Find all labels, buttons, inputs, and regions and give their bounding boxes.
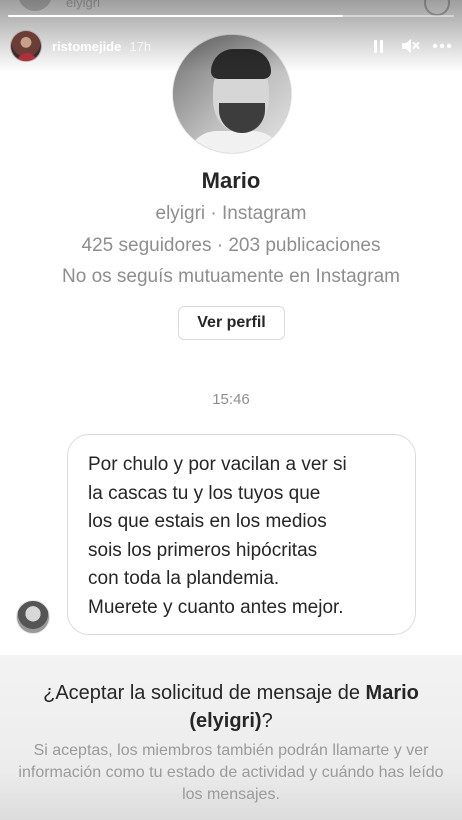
mute-icon[interactable] xyxy=(400,36,420,56)
message-request-panel: ¿Aceptar la solicitud de mensaje de Mari… xyxy=(0,655,462,820)
view-profile-button[interactable]: Ver perfil xyxy=(178,306,285,340)
profile-handle: elyigri · Instagram xyxy=(155,203,307,224)
request-title-suffix: ? xyxy=(261,710,273,732)
story-avatar[interactable] xyxy=(10,30,42,62)
more-icon[interactable] xyxy=(432,36,452,56)
message-line: con toda la plandemia. xyxy=(88,568,280,590)
story-time: 17h xyxy=(129,38,152,54)
request-note: Si aceptas, los miembros también podrán … xyxy=(18,742,444,803)
profile-name: Mario xyxy=(201,168,261,193)
sender-avatar[interactable] xyxy=(16,600,50,634)
profile-stats: 425 seguidores · 203 publicaciones xyxy=(81,235,381,256)
message-line: los que estais en los medios xyxy=(88,511,327,533)
message-row: Por chulo y por vacilan a ver si la casc… xyxy=(16,434,418,636)
message-line: Muerete y cuanto antes mejor. xyxy=(88,596,344,618)
message-line: la cascas tu y los tuyos que xyxy=(88,482,321,504)
request-title-prefix: ¿Aceptar la solicitud de mensaje de xyxy=(43,682,366,704)
request-title-handle: (elyigri) xyxy=(189,710,262,732)
message-timestamp: 15:46 xyxy=(212,391,250,408)
story-username[interactable]: ristomejide xyxy=(52,39,121,54)
story-progress-fill xyxy=(8,15,343,17)
story-controls xyxy=(368,36,452,56)
request-title: ¿Aceptar la solicitud de mensaje de Mari… xyxy=(0,679,462,735)
message-bubble[interactable]: Por chulo y por vacilan a ver si la casc… xyxy=(67,434,416,635)
story-header: ristomejide 17h xyxy=(10,30,452,62)
message-line: sois los primeros hipócritas xyxy=(88,539,318,561)
pause-icon[interactable] xyxy=(368,36,388,56)
message-line: Por chulo y por vacilan a ver si xyxy=(88,454,347,475)
request-title-name: Mario xyxy=(365,682,419,704)
story-progress-bar xyxy=(8,15,454,17)
profile-mutual-status: No os seguís mutuamente en Instagram xyxy=(62,266,400,287)
